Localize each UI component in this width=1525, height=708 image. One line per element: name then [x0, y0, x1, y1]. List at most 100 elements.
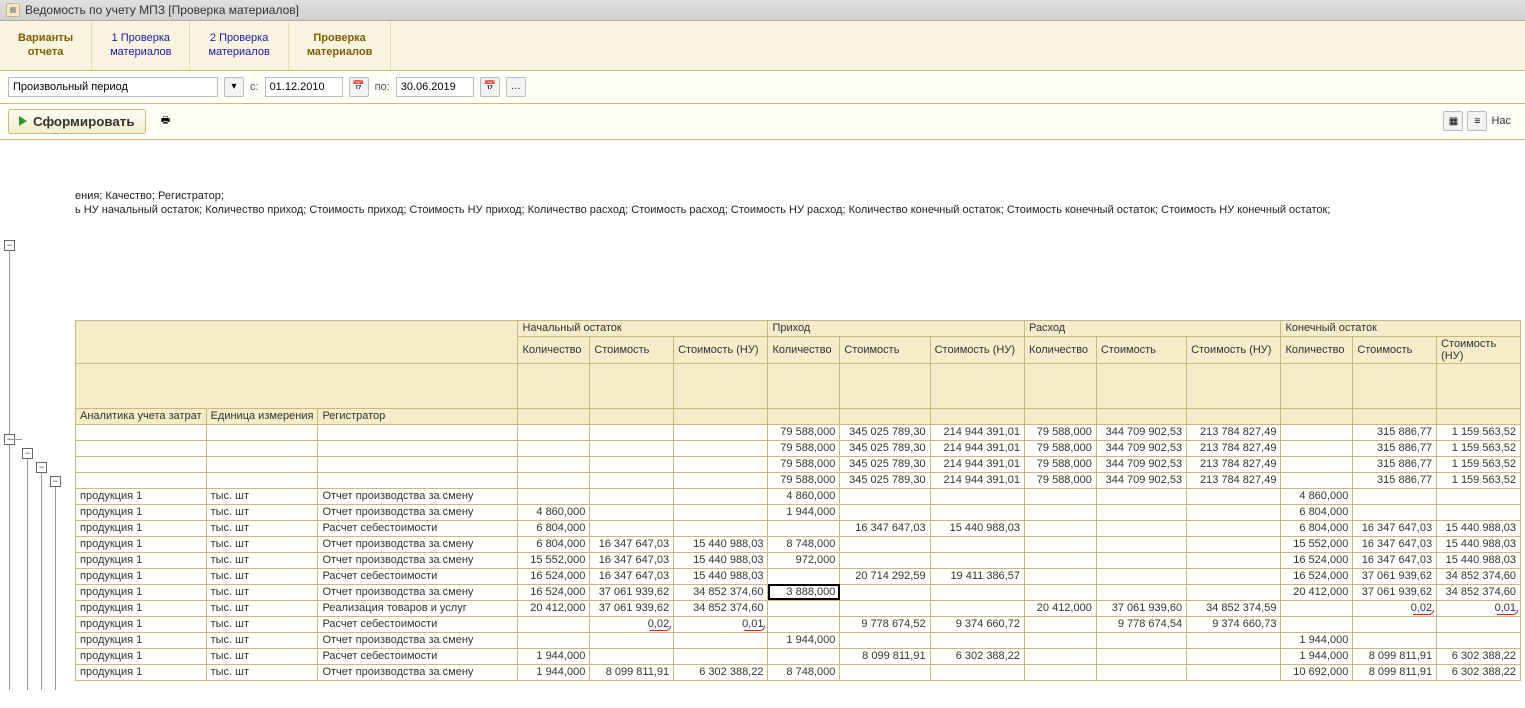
tab-variants[interactable]: Варианты отчета [0, 21, 92, 70]
table-row[interactable]: продукция 1тыс. штРасчет себестоимости1 … [76, 648, 1521, 664]
cell-q3[interactable] [1024, 520, 1096, 536]
cell-q2[interactable] [768, 520, 840, 536]
tree-collapse-l1[interactable]: − [4, 240, 15, 251]
cell-n3[interactable] [1187, 520, 1281, 536]
table-row[interactable]: 79 588,000345 025 789,30214 944 391,0179… [76, 440, 1521, 456]
cell-n3[interactable]: 213 784 827,49 [1187, 440, 1281, 456]
cell-q3[interactable]: 79 588,000 [1024, 440, 1096, 456]
period-mode-dropdown-icon[interactable]: ▾ [224, 77, 244, 97]
table-row[interactable]: продукция 1тыс. штОтчет производства за … [76, 488, 1521, 504]
cell-n1[interactable]: 15 440 988,03 [674, 568, 768, 584]
cell-n2[interactable]: 6 302 388,22 [930, 648, 1024, 664]
cell-q1[interactable]: 16 524,000 [518, 584, 590, 600]
cell-q3[interactable] [1024, 536, 1096, 552]
cell-v1[interactable] [590, 520, 674, 536]
cell-n1[interactable] [674, 424, 768, 440]
cell-v1[interactable]: 16 347 647,03 [590, 536, 674, 552]
cell-q2[interactable] [768, 600, 840, 616]
cell-n1[interactable]: 34 852 374,60 [674, 584, 768, 600]
cell-q4[interactable]: 6 804,000 [1281, 520, 1353, 536]
cell-u[interactable] [206, 424, 318, 440]
table-row[interactable]: 79 588,000345 025 789,30214 944 391,0179… [76, 472, 1521, 488]
cell-v1[interactable] [590, 424, 674, 440]
cell-u[interactable]: тыс. шт [206, 488, 318, 504]
table-row[interactable]: продукция 1тыс. штРасчет себестоимости0,… [76, 616, 1521, 632]
cell-q1[interactable]: 6 804,000 [518, 536, 590, 552]
cell-r[interactable] [318, 440, 518, 456]
cell-q1[interactable]: 16 524,000 [518, 568, 590, 584]
cell-n3[interactable] [1187, 664, 1281, 680]
cell-q1[interactable]: 1 944,000 [518, 648, 590, 664]
cell-n3[interactable] [1187, 584, 1281, 600]
print-settings-icon[interactable]: 🖶 [156, 111, 176, 131]
cell-n1[interactable]: 15 440 988,03 [674, 536, 768, 552]
cell-v1[interactable]: 0,02 [590, 616, 674, 632]
cell-q3[interactable] [1024, 552, 1096, 568]
cell-a[interactable]: продукция 1 [76, 568, 207, 584]
cell-r[interactable]: Расчет себестоимости [318, 520, 518, 536]
cell-q2[interactable]: 8 748,000 [768, 536, 840, 552]
cell-n1[interactable] [674, 440, 768, 456]
cell-u[interactable] [206, 456, 318, 472]
cell-r[interactable]: Отчет производства за смену [318, 488, 518, 504]
cell-q1[interactable] [518, 488, 590, 504]
cell-v2[interactable]: 16 347 647,03 [840, 520, 930, 536]
cell-a[interactable]: продукция 1 [76, 504, 207, 520]
tab-check-1[interactable]: 1 Проверка материалов [92, 21, 190, 70]
cell-n3[interactable] [1187, 568, 1281, 584]
cell-q4[interactable]: 15 552,000 [1281, 536, 1353, 552]
date-to-input[interactable] [396, 77, 474, 97]
cell-v4[interactable]: 315 886,77 [1353, 456, 1437, 472]
cell-v2[interactable]: 345 025 789,30 [840, 472, 930, 488]
cell-r[interactable]: Реализация товаров и услуг [318, 600, 518, 616]
cell-q3[interactable] [1024, 648, 1096, 664]
cell-q4[interactable]: 16 524,000 [1281, 552, 1353, 568]
cell-v4[interactable] [1353, 632, 1437, 648]
cell-a[interactable]: продукция 1 [76, 584, 207, 600]
cell-v4[interactable]: 315 886,77 [1353, 472, 1437, 488]
cell-v2[interactable] [840, 664, 930, 680]
cell-u[interactable]: тыс. шт [206, 552, 318, 568]
cell-n2[interactable] [930, 600, 1024, 616]
cell-n1[interactable]: 6 302 388,22 [674, 664, 768, 680]
table-row[interactable]: 79 588,000345 025 789,30214 944 391,0179… [76, 456, 1521, 472]
cell-n4[interactable]: 15 440 988,03 [1437, 536, 1521, 552]
cell-v4[interactable]: 8 099 811,91 [1353, 648, 1437, 664]
cell-v1[interactable] [590, 440, 674, 456]
cell-a[interactable]: продукция 1 [76, 616, 207, 632]
cell-n4[interactable]: 1 159 563,52 [1437, 424, 1521, 440]
cell-q4[interactable] [1281, 424, 1353, 440]
cell-v2[interactable]: 8 099 811,91 [840, 648, 930, 664]
table-row[interactable]: продукция 1тыс. штРасчет себестоимости6 … [76, 520, 1521, 536]
cell-n1[interactable]: 0,01 [674, 616, 768, 632]
cell-q4[interactable]: 1 944,000 [1281, 632, 1353, 648]
cell-q1[interactable] [518, 440, 590, 456]
cell-q1[interactable] [518, 632, 590, 648]
cell-n2[interactable]: 214 944 391,01 [930, 440, 1024, 456]
tab-check-3[interactable]: Проверка материалов [289, 21, 392, 70]
cell-v3[interactable] [1096, 488, 1186, 504]
cell-n4[interactable]: 1 159 563,52 [1437, 440, 1521, 456]
cell-q3[interactable] [1024, 584, 1096, 600]
cell-n4[interactable]: 0,01 [1437, 600, 1521, 616]
table-row[interactable]: продукция 1тыс. штРеализация товаров и у… [76, 600, 1521, 616]
cell-u[interactable]: тыс. шт [206, 568, 318, 584]
cell-n3[interactable]: 213 784 827,49 [1187, 456, 1281, 472]
cell-u[interactable]: тыс. шт [206, 536, 318, 552]
cell-q4[interactable]: 4 860,000 [1281, 488, 1353, 504]
cell-v3[interactable]: 344 709 902,53 [1096, 440, 1186, 456]
cell-v1[interactable] [590, 488, 674, 504]
cell-n4[interactable] [1437, 488, 1521, 504]
cell-n4[interactable]: 15 440 988,03 [1437, 552, 1521, 568]
cell-r[interactable]: Отчет производства за смену [318, 552, 518, 568]
cell-q3[interactable] [1024, 504, 1096, 520]
cell-v2[interactable] [840, 504, 930, 520]
report-grid[interactable]: Начальный остаток Приход Расход Конечный… [75, 320, 1521, 681]
cell-r[interactable]: Расчет себестоимости [318, 616, 518, 632]
cell-a[interactable]: продукция 1 [76, 536, 207, 552]
cell-n2[interactable] [930, 536, 1024, 552]
cell-q2[interactable]: 79 588,000 [768, 440, 840, 456]
cell-r[interactable] [318, 472, 518, 488]
cell-v2[interactable]: 345 025 789,30 [840, 456, 930, 472]
cell-v2[interactable]: 345 025 789,30 [840, 424, 930, 440]
